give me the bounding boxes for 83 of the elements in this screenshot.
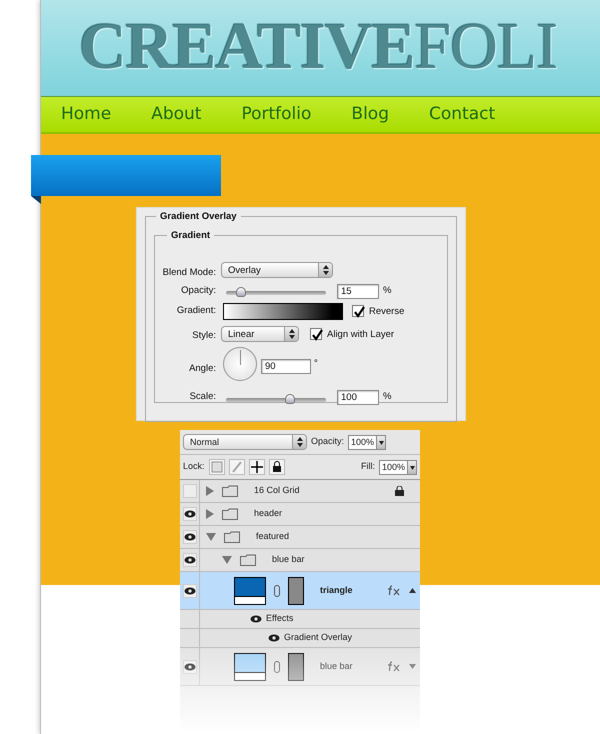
link-icon bbox=[274, 660, 280, 672]
field-label: Angle: bbox=[188, 362, 216, 376]
layer-name: featured bbox=[256, 530, 290, 544]
unit-label: ° bbox=[314, 357, 318, 371]
field-label: Opacity: bbox=[180, 284, 216, 298]
stepper-icon bbox=[288, 329, 294, 339]
checkbox[interactable] bbox=[352, 305, 364, 317]
effect-name: Gradient Overlay bbox=[284, 631, 352, 644]
stepper-icon bbox=[322, 265, 328, 275]
nav-link[interactable]: About bbox=[151, 102, 202, 128]
unit-label: % bbox=[383, 390, 392, 404]
layer-name: blue bar bbox=[320, 660, 353, 673]
percent-field[interactable]: 100% bbox=[348, 434, 386, 450]
field-label: Fill: bbox=[360, 460, 375, 474]
mask-thumbnail bbox=[288, 652, 304, 680]
visibility-toggle[interactable] bbox=[182, 584, 196, 598]
link-icon bbox=[274, 584, 280, 596]
unit-label: % bbox=[383, 284, 392, 298]
lock-transparency-icon[interactable] bbox=[208, 459, 225, 475]
field-label: Gradient: bbox=[176, 304, 216, 318]
folder-icon bbox=[222, 485, 238, 497]
visibility-toggle[interactable] bbox=[182, 530, 196, 544]
effect-name: Effects bbox=[266, 612, 294, 626]
mask-thumbnail bbox=[288, 576, 304, 604]
slider-thumb[interactable] bbox=[285, 394, 295, 404]
expanded-arrow-icon[interactable] bbox=[206, 533, 216, 541]
lock-move-icon[interactable] bbox=[248, 459, 265, 475]
expanded-arrow-icon[interactable] bbox=[222, 556, 232, 564]
layer-row[interactable]: blue bar bbox=[180, 648, 420, 686]
layer-row[interactable]: header bbox=[180, 503, 420, 526]
nav-link[interactable]: Contact bbox=[428, 102, 496, 128]
nav-link[interactable]: Home bbox=[61, 102, 112, 128]
checkbox-label: Reverse bbox=[369, 305, 404, 319]
layer-row[interactable]: featured bbox=[180, 526, 420, 549]
folder-icon bbox=[222, 508, 238, 520]
eye-icon[interactable] bbox=[184, 556, 196, 564]
field-label: Lock: bbox=[183, 460, 205, 474]
layer-name: header bbox=[254, 507, 282, 520]
visibility-toggle[interactable] bbox=[182, 660, 196, 674]
visibility-toggle[interactable] bbox=[182, 507, 196, 521]
field-label: Scale: bbox=[188, 390, 216, 404]
collapse-arrow-icon[interactable] bbox=[409, 588, 416, 593]
collapsed-arrow-icon[interactable] bbox=[206, 486, 214, 496]
nav-link[interactable]: Blog bbox=[351, 102, 389, 128]
visibility-toggle[interactable] bbox=[182, 553, 196, 567]
percent-field[interactable]: 100% bbox=[378, 460, 417, 474]
collapsed-arrow-icon[interactable] bbox=[206, 509, 214, 519]
checkbox-label: Align with Layer bbox=[327, 328, 394, 342]
eye-icon[interactable] bbox=[184, 586, 196, 594]
angle-field[interactable]: 90 bbox=[261, 359, 311, 374]
layer-row[interactable]: blue bar bbox=[180, 549, 420, 572]
layer-row[interactable]: triangle bbox=[180, 572, 420, 610]
layer-name: blue bar bbox=[272, 553, 305, 566]
site-logo: CREATIVEFOLI bbox=[79, 10, 558, 83]
blend-mode-select[interactable]: Normal bbox=[183, 434, 307, 450]
folder-icon bbox=[240, 554, 256, 566]
eye-icon[interactable] bbox=[268, 634, 280, 642]
eye-icon[interactable] bbox=[184, 510, 196, 518]
gradient-picker[interactable] bbox=[223, 303, 343, 320]
opacity-field[interactable]: 15 bbox=[337, 284, 379, 299]
expand-arrow-icon[interactable] bbox=[409, 664, 416, 669]
checkbox[interactable] bbox=[310, 328, 322, 340]
layer-row[interactable]: 16 Col Grid bbox=[180, 480, 420, 503]
eye-icon[interactable] bbox=[250, 615, 262, 623]
folder-icon bbox=[224, 531, 240, 543]
layer-name: 16 Col Grid bbox=[254, 484, 300, 498]
field-label: Opacity: bbox=[311, 435, 344, 448]
eye-icon[interactable] bbox=[184, 533, 196, 541]
angle-dial[interactable] bbox=[223, 347, 257, 381]
style-select[interactable]: Linear bbox=[221, 326, 299, 342]
nav-link[interactable]: Portfolio bbox=[241, 102, 312, 128]
field-label: Style: bbox=[191, 329, 216, 343]
slider-thumb[interactable] bbox=[236, 287, 246, 297]
blend-mode-select[interactable]: Overlay bbox=[221, 262, 333, 278]
stepper-icon bbox=[296, 437, 302, 447]
fx-icon bbox=[387, 585, 401, 596]
field-label: Blend Mode: bbox=[162, 266, 216, 280]
lock-icon[interactable] bbox=[268, 459, 285, 475]
fx-icon bbox=[387, 661, 401, 672]
visibility-toggle[interactable] bbox=[182, 484, 196, 498]
eye-icon[interactable] bbox=[184, 662, 196, 670]
layer-name: triangle bbox=[320, 584, 353, 597]
scale-field[interactable]: 100 bbox=[337, 390, 379, 405]
